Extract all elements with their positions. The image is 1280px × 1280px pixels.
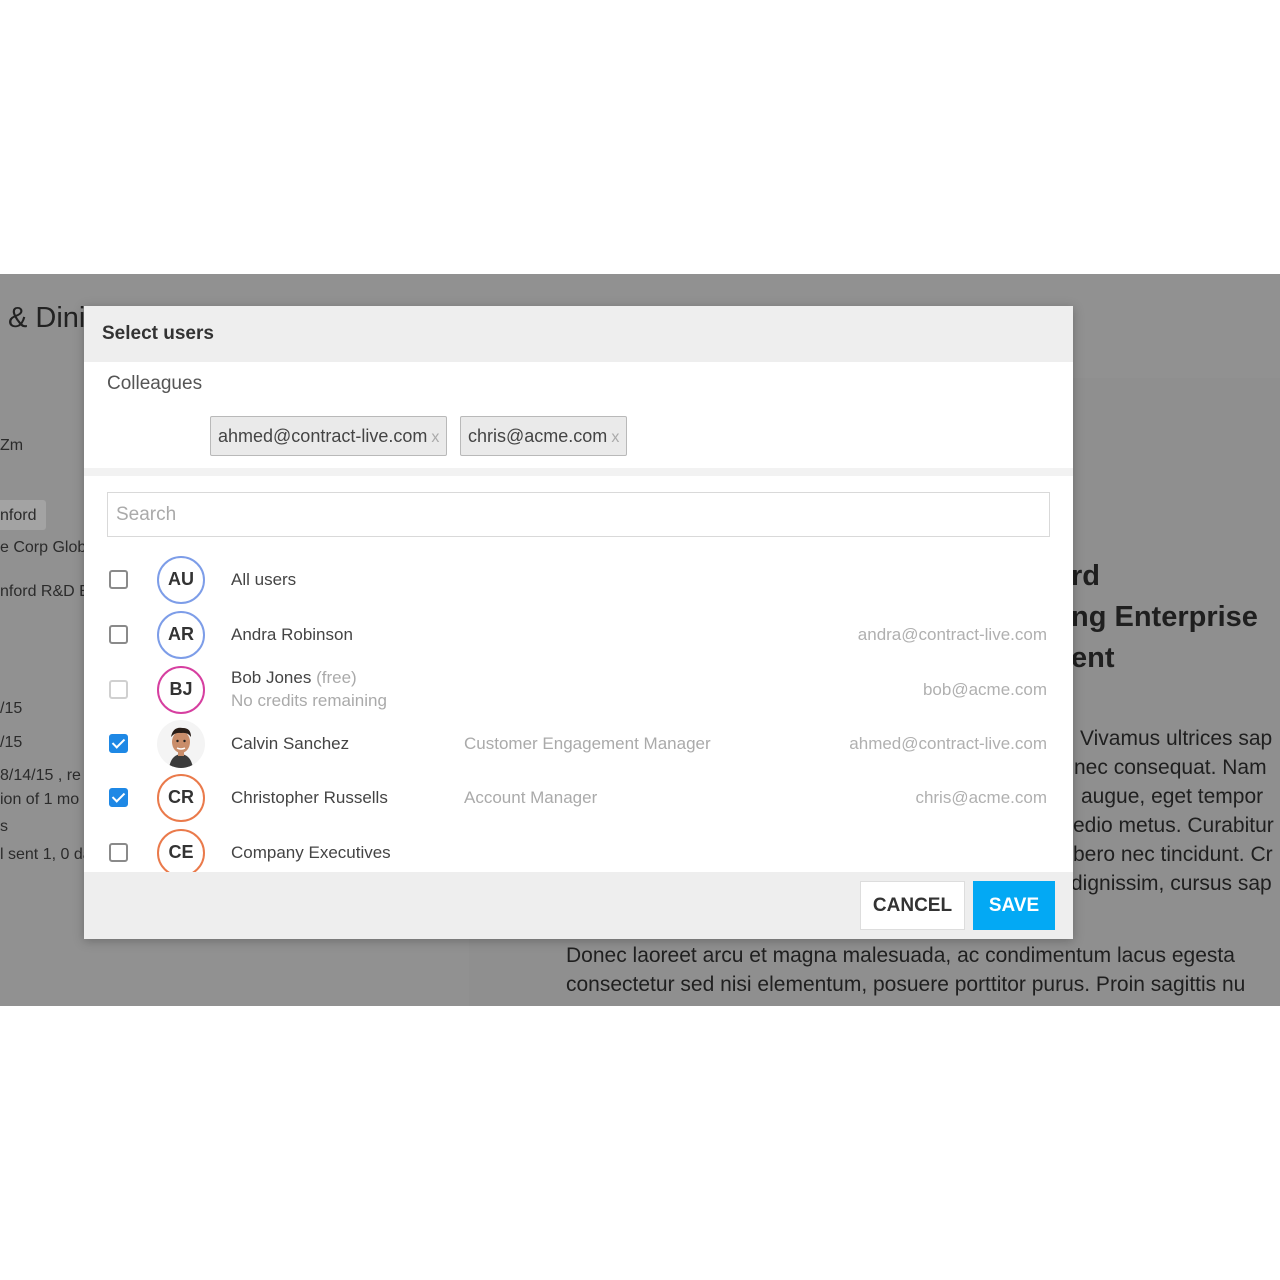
list-item[interactable]: AR Andra Robinson andra@contract-live.co… <box>84 608 1073 662</box>
background-text: /15 <box>0 700 23 717</box>
avatar: AU <box>157 556 205 604</box>
user-checkbox[interactable] <box>109 734 128 753</box>
user-email: andra@contract-live.com <box>857 625 1047 644</box>
background-text: nford <box>0 507 37 524</box>
user-subtext: No credits remaining <box>231 691 387 710</box>
background-paragraph-line: edio metus. Curabitur <box>1073 814 1274 837</box>
user-checkbox[interactable] <box>109 570 128 589</box>
tag-label: chris@acme.com <box>468 426 608 446</box>
avatar: CR <box>157 774 205 822</box>
user-email: chris@acme.com <box>915 788 1047 807</box>
list-item[interactable]: AU All users <box>84 553 1073 607</box>
section-divider <box>84 468 1073 476</box>
avatar: BJ <box>157 666 205 714</box>
background-paragraph-line: nec consequat. Nam <box>1074 756 1267 779</box>
user-role: Customer Engagement Manager <box>464 734 711 753</box>
list-item[interactable]: Calvin Sanchez Customer Engagement Manag… <box>84 717 1073 771</box>
background-heading: rd <box>1071 560 1100 592</box>
person-photo-icon <box>157 720 205 768</box>
user-checkbox[interactable] <box>109 625 128 644</box>
user-name: Company Executives <box>231 843 391 862</box>
user-name: All users <box>231 570 297 589</box>
background-paragraph-line: Donec laoreet arcu et magna malesuada, a… <box>566 944 1235 967</box>
background-paragraph-line: dignissim, cursus sap <box>1071 872 1272 895</box>
avatar: AR <box>157 611 205 659</box>
list-item[interactable]: CR Christopher Russells Account Manager … <box>84 771 1073 825</box>
user-name: Andra Robinson <box>231 625 353 644</box>
tag-label: ahmed@contract-live.com <box>218 426 428 446</box>
background-text: e Corp Globa <box>0 539 96 556</box>
modal-header: Select users <box>84 306 1073 362</box>
selected-user-tag: chris@acme.com x <box>460 416 628 456</box>
user-list: AU All users AR Andra Robinson andra@con… <box>84 553 1073 872</box>
save-button[interactable]: SAVE <box>973 881 1055 930</box>
list-item[interactable]: CE Company Executives <box>84 826 1073 872</box>
select-users-modal: Select users Colleagues ahmed@contract-l… <box>84 306 1073 939</box>
background-text: Zm <box>0 437 24 454</box>
user-email: ahmed@contract-live.com <box>849 734 1047 753</box>
user-checkbox[interactable] <box>109 788 128 807</box>
user-name-label: Bob Jones <box>231 668 312 687</box>
background-text: s <box>0 818 8 835</box>
avatar: CE <box>157 829 205 872</box>
user-name: Bob Jones (free) <box>231 668 357 688</box>
background-paragraph-line: augue, eget tempor <box>1081 785 1264 808</box>
background-heading: ng Enterprise <box>1071 601 1258 633</box>
background-paragraph-line: Vivamus ultrices sap <box>1080 727 1273 750</box>
modal-footer: CANCEL SAVE <box>84 872 1073 939</box>
background-text: ion of 1 mo <box>0 791 80 808</box>
background-heading: ent <box>1071 642 1115 674</box>
cancel-button[interactable]: CANCEL <box>860 881 965 930</box>
modal-title: Select users <box>102 323 214 344</box>
background-paragraph-line: bero nec tincidunt. Cr <box>1073 843 1273 866</box>
background-title: & Dini <box>8 302 86 334</box>
remove-tag-icon[interactable]: x <box>431 429 439 446</box>
search-input[interactable] <box>107 492 1050 537</box>
background-text: l sent 1, 0 da <box>0 846 92 863</box>
user-email: bob@acme.com <box>922 680 1047 699</box>
free-tag: (free) <box>316 668 357 687</box>
background-text: /15 <box>0 734 23 751</box>
user-role: Account Manager <box>464 788 598 807</box>
colleagues-label: Colleagues <box>107 373 203 394</box>
background-text: nford R&D E <box>0 583 90 600</box>
user-name: Christopher Russells <box>231 788 388 807</box>
selected-user-tag: ahmed@contract-live.com x <box>210 416 448 456</box>
user-name: Calvin Sanchez <box>231 734 350 753</box>
background-text: 8/14/15 , re <box>0 767 81 784</box>
user-checkbox <box>109 680 128 699</box>
background-paragraph-line: consectetur sed nisi elementum, posuere … <box>566 973 1246 996</box>
user-checkbox[interactable] <box>109 843 128 862</box>
list-item: BJ Bob Jones (free) No credits remaining… <box>84 663 1073 717</box>
remove-tag-icon[interactable]: x <box>611 429 619 446</box>
